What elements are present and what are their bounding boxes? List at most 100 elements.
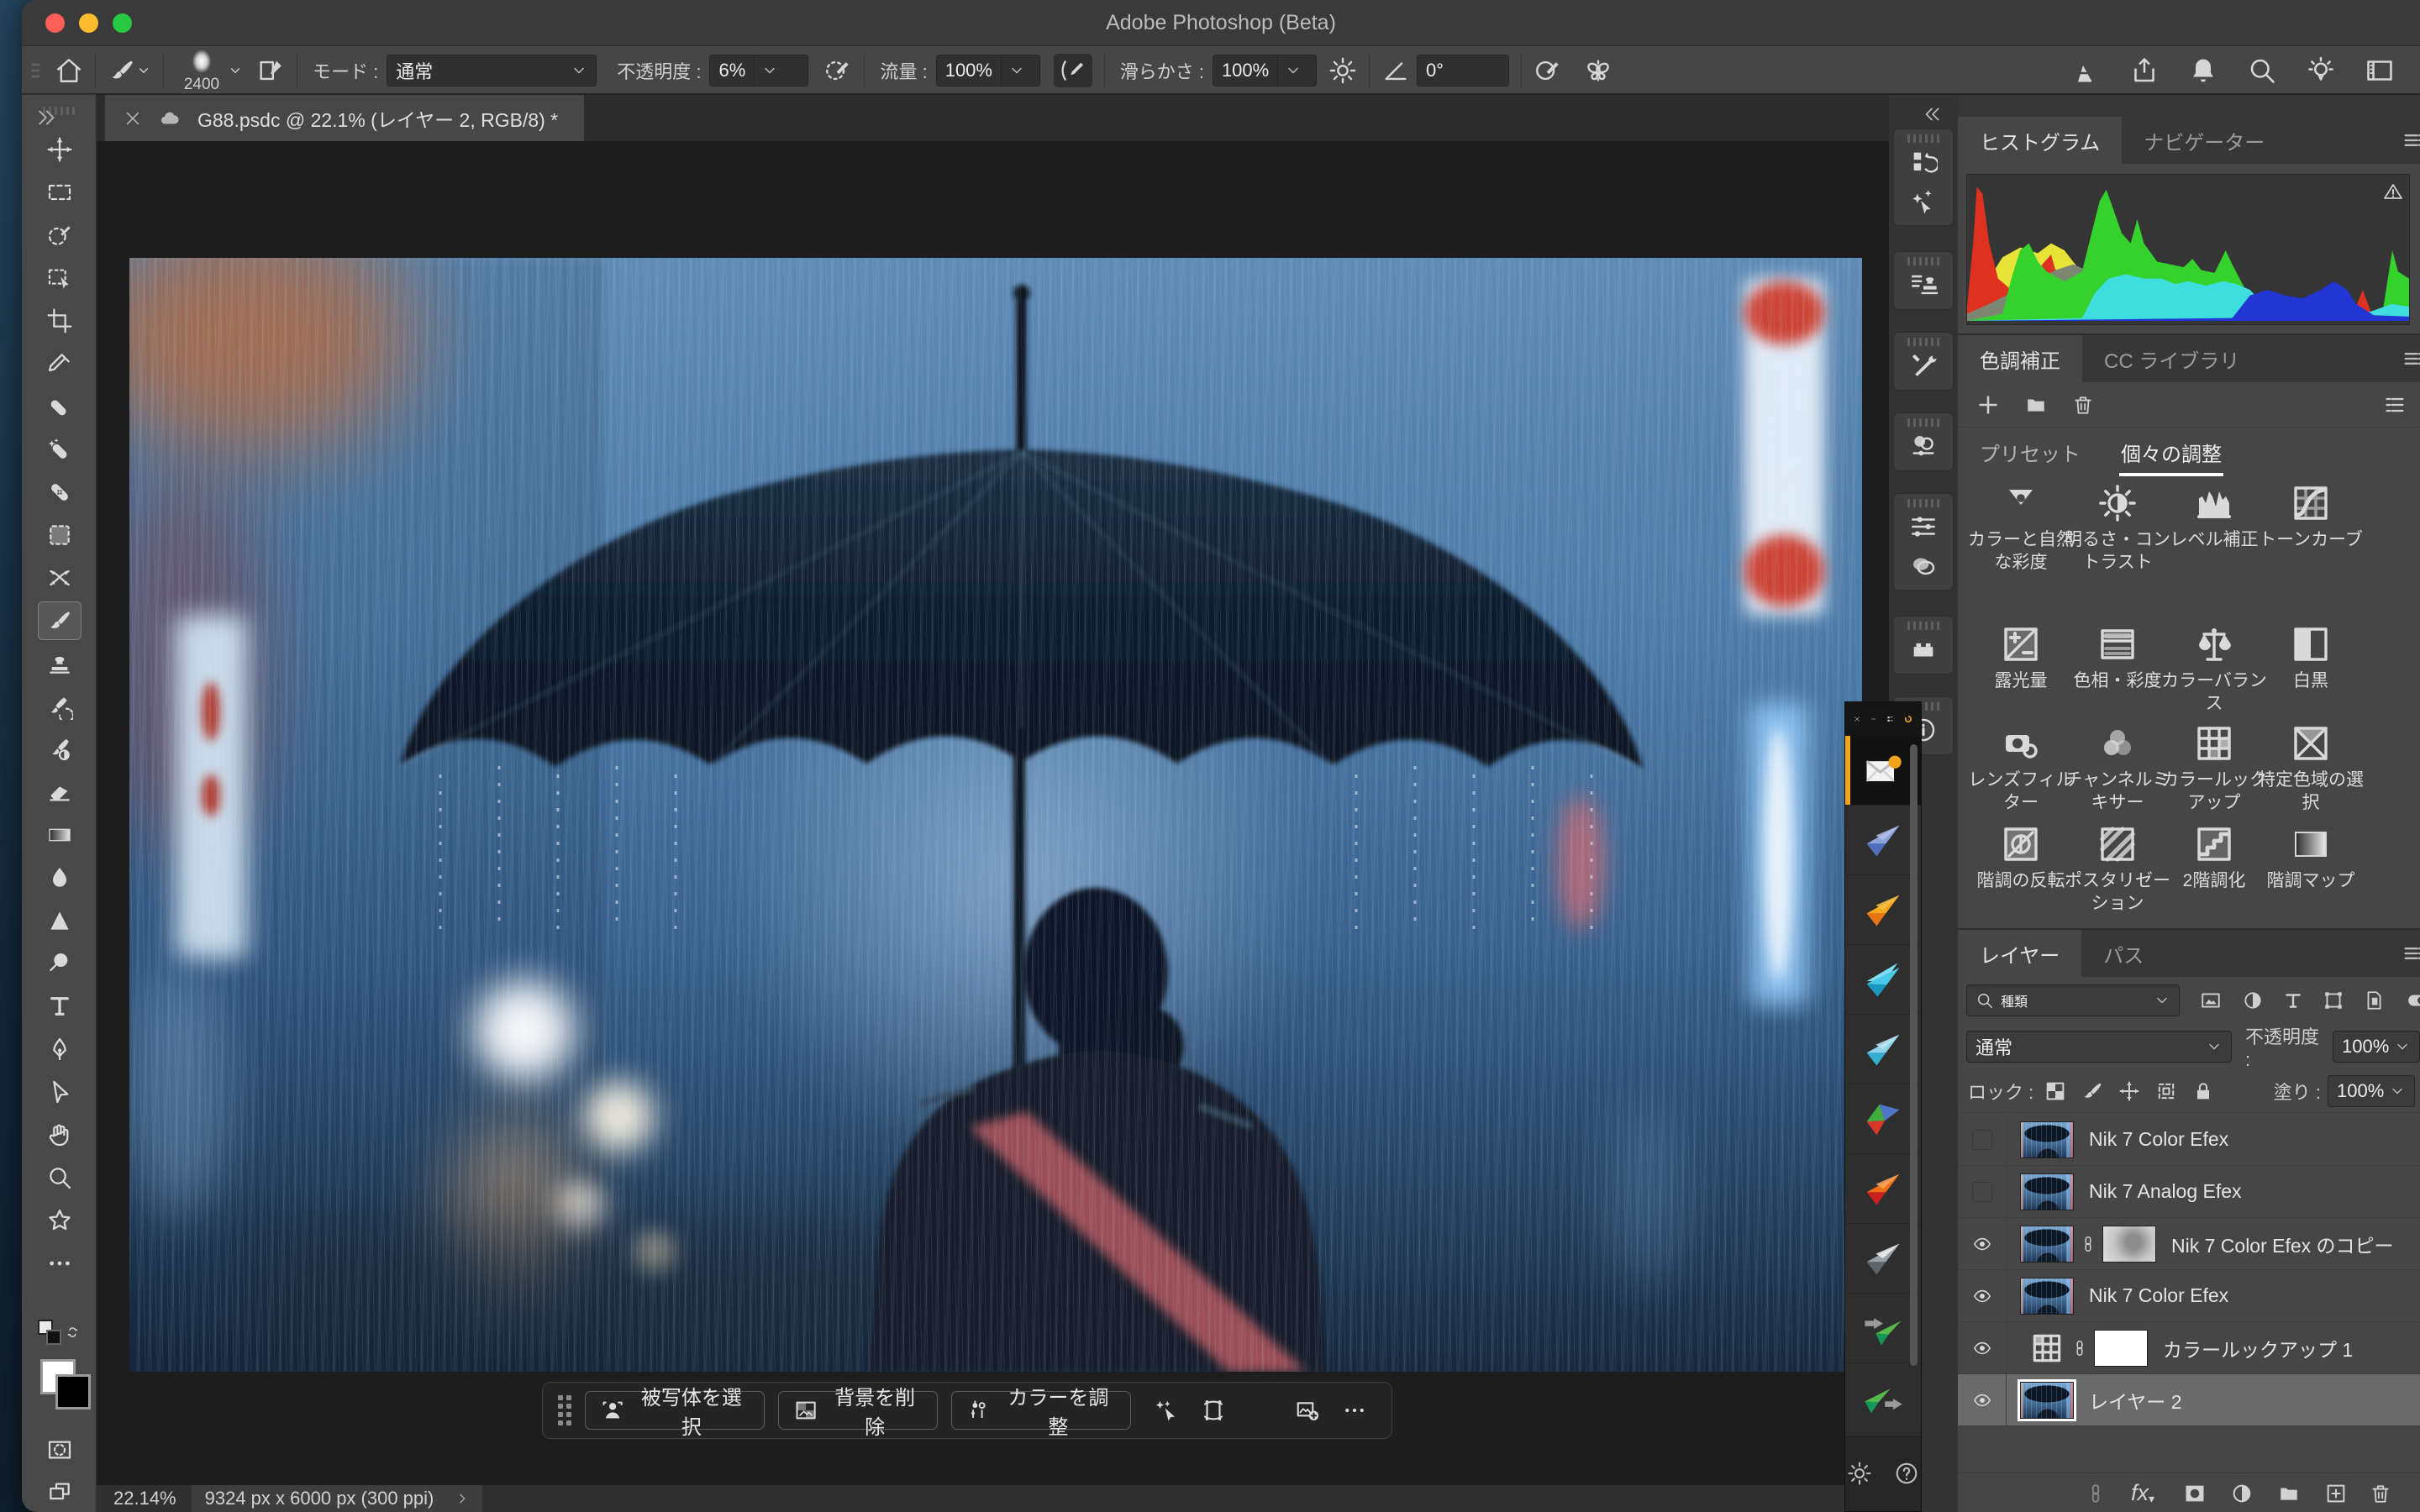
nik-export[interactable] [1845,1363,1921,1433]
panel-menu-icon[interactable] [2396,129,2420,152]
layer-visibility-toggle[interactable] [1958,1270,2007,1322]
adjustment-adj-exposure[interactable]: 露光量 [1968,624,2074,692]
ellipsis-h-icon[interactable] [1333,1391,1376,1430]
layer-visibility-toggle[interactable] [1958,1114,2007,1166]
type-tool[interactable] [38,987,82,1026]
layer-visibility-toggle[interactable] [1958,1218,2007,1270]
adjustment-brush-tool[interactable] [38,559,82,597]
dock-grip[interactable] [1894,499,1953,507]
brush-picker-chevron-icon[interactable] [228,56,243,85]
panel-menu-icon[interactable] [2396,942,2420,965]
smoothing-field[interactable]: 100% [1213,55,1317,87]
document-image[interactable] [129,258,1862,1372]
link-layers-icon[interactable] [2082,1483,2109,1504]
pressure-opacity-icon[interactable] [823,56,852,85]
add-mask-icon[interactable] [2181,1482,2208,1505]
sharpen-tool[interactable] [38,901,82,940]
filter-toggle-icon[interactable] [2403,990,2420,1011]
subtab-presets[interactable]: プリセット [1978,433,2082,476]
layer-name[interactable]: Nik 7 Color Efex [2089,1128,2228,1151]
lock-position-icon[interactable] [2118,1079,2141,1103]
image-plus-icon[interactable] [1286,1391,1329,1430]
taskbar-drag-handle[interactable] [558,1395,571,1425]
layer-name[interactable]: Nik 7 Color Efex [2089,1284,2228,1307]
dock-lego-icon[interactable] [1894,630,1953,669]
airbrush-toggle-icon[interactable] [1054,54,1092,87]
taskbar-person-select-button[interactable]: 被写体を選択 [585,1391,765,1430]
document-info-field[interactable]: 9324 px x 6000 px (300 ppi) [192,1485,483,1512]
screen-mode-button[interactable] [38,1473,82,1511]
blend-mode-select[interactable]: 通常 [1966,1031,2232,1063]
adjustment-adj-posterize[interactable]: ポスタリゼーション [2065,824,2170,915]
warp-icon[interactable] [1192,1391,1235,1430]
layer-filter-select[interactable]: 種類 [1966,984,2180,1016]
tab-cc-libraries[interactable]: CC ライブラリ [2082,335,2261,382]
adjustment-adj-balance[interactable]: カラーバランス [2161,624,2267,715]
filter-shape-layers-icon[interactable] [2323,990,2344,1011]
adjustment-adj-bw[interactable]: 白黒 [2258,624,2364,692]
nik-help-icon[interactable] [1894,1461,1919,1486]
filter-smart-objects-icon[interactable] [2363,990,2385,1011]
flask-icon[interactable] [2070,55,2101,86]
contextual-taskbar[interactable]: 被写体を選択背景を削除カラーを調整 [542,1382,1392,1439]
adjustment-adj-brightness[interactable]: 明るさ・コントラスト [2065,483,2170,574]
dock-grip[interactable] [1894,134,1953,143]
layer-row[interactable]: レイヤー 2 [1958,1374,2420,1426]
adjustment-adj-invert[interactable]: 階調の反転 [1968,824,2074,892]
collapse-panels-icon[interactable] [1919,103,1944,125]
close-icon[interactable] [1854,711,1860,727]
layer-row[interactable]: Nik 7 Color Efex のコピー [1958,1218,2420,1270]
adjustment-adj-curves[interactable]: トーンカーブ [2258,483,2364,551]
layer-row[interactable]: Nik 7 Analog Efex [1958,1166,2420,1218]
close-document-icon[interactable] [124,109,142,128]
layer-thumbnail[interactable] [2020,1226,2074,1263]
quick-mask-button[interactable] [38,1431,82,1469]
tool-preset-brush-icon[interactable] [108,56,136,85]
edit-toolbar-button[interactable] [38,1244,82,1283]
angle-field[interactable]: 0° [1417,55,1509,87]
eyedropper-tool[interactable] [38,344,82,383]
filter-pixel-layers-icon[interactable] [2198,990,2223,1011]
background-color-swatch[interactable] [55,1374,91,1410]
pressure-size-icon[interactable] [1534,56,1562,85]
warning-icon[interactable] [2382,181,2404,202]
opacity-field[interactable]: 6% [709,55,808,87]
patch-tool[interactable] [38,516,82,554]
layer-thumbnail[interactable] [2020,1278,2074,1315]
settings-grid-icon[interactable] [1886,711,1894,727]
nik-settings-icon[interactable] [1847,1461,1872,1486]
dock-ellipses-icon[interactable] [1894,546,1953,585]
tab-paths[interactable]: パス [2081,930,2165,977]
document-tab[interactable]: G88.psdc @ 22.1% (レイヤー 2, RGB/8) * [105,95,584,142]
dock-ai-icon[interactable] [1894,181,1953,220]
crop-tool[interactable] [38,302,82,340]
delete-icon[interactable] [2072,393,2094,417]
search-icon[interactable] [2247,55,2277,86]
toolbar-expand-icon[interactable] [34,105,60,130]
zoom-level[interactable]: 22.14% [113,1488,176,1509]
adjustment-adj-threshold[interactable]: 2階調化 [2161,824,2267,892]
panel-menu-icon[interactable] [2396,347,2420,370]
clone-stamp-tool[interactable] [38,644,82,683]
adjustment-adj-hue[interactable]: 色相・彩度 [2065,624,2170,692]
healing-brush-tool[interactable] [38,473,82,512]
layer-row[interactable]: カラールックアップ 1 [1958,1322,2420,1374]
filter-type-layers-icon[interactable] [2282,990,2304,1011]
path-selection-tool[interactable] [38,1073,82,1111]
layer-effects-icon[interactable]: fx▾ [2131,1481,2160,1506]
adjustment-adj-levels[interactable]: レベル補正 [2161,483,2267,551]
selection-brush-tool[interactable] [38,216,82,255]
dock-grip[interactable] [1894,338,1953,346]
dock-mixer-icon[interactable] [1894,427,1953,465]
adjustment-adj-gradientmap[interactable]: 階調マップ [2258,824,2364,892]
swap-colors-icon[interactable] [65,1323,82,1341]
remove-tool[interactable] [38,430,82,469]
pen-tool[interactable] [38,1030,82,1068]
dock-actions-icon[interactable] [1894,265,1953,304]
gradient-tool[interactable] [38,816,82,854]
dock-grip[interactable] [1894,257,1953,265]
layer-thumbnail[interactable] [2020,1382,2074,1419]
layer-thumbnail[interactable] [2020,1173,2074,1210]
hand-tool[interactable] [38,1116,82,1154]
tab-histogram[interactable]: ヒストグラム [1958,117,2122,164]
